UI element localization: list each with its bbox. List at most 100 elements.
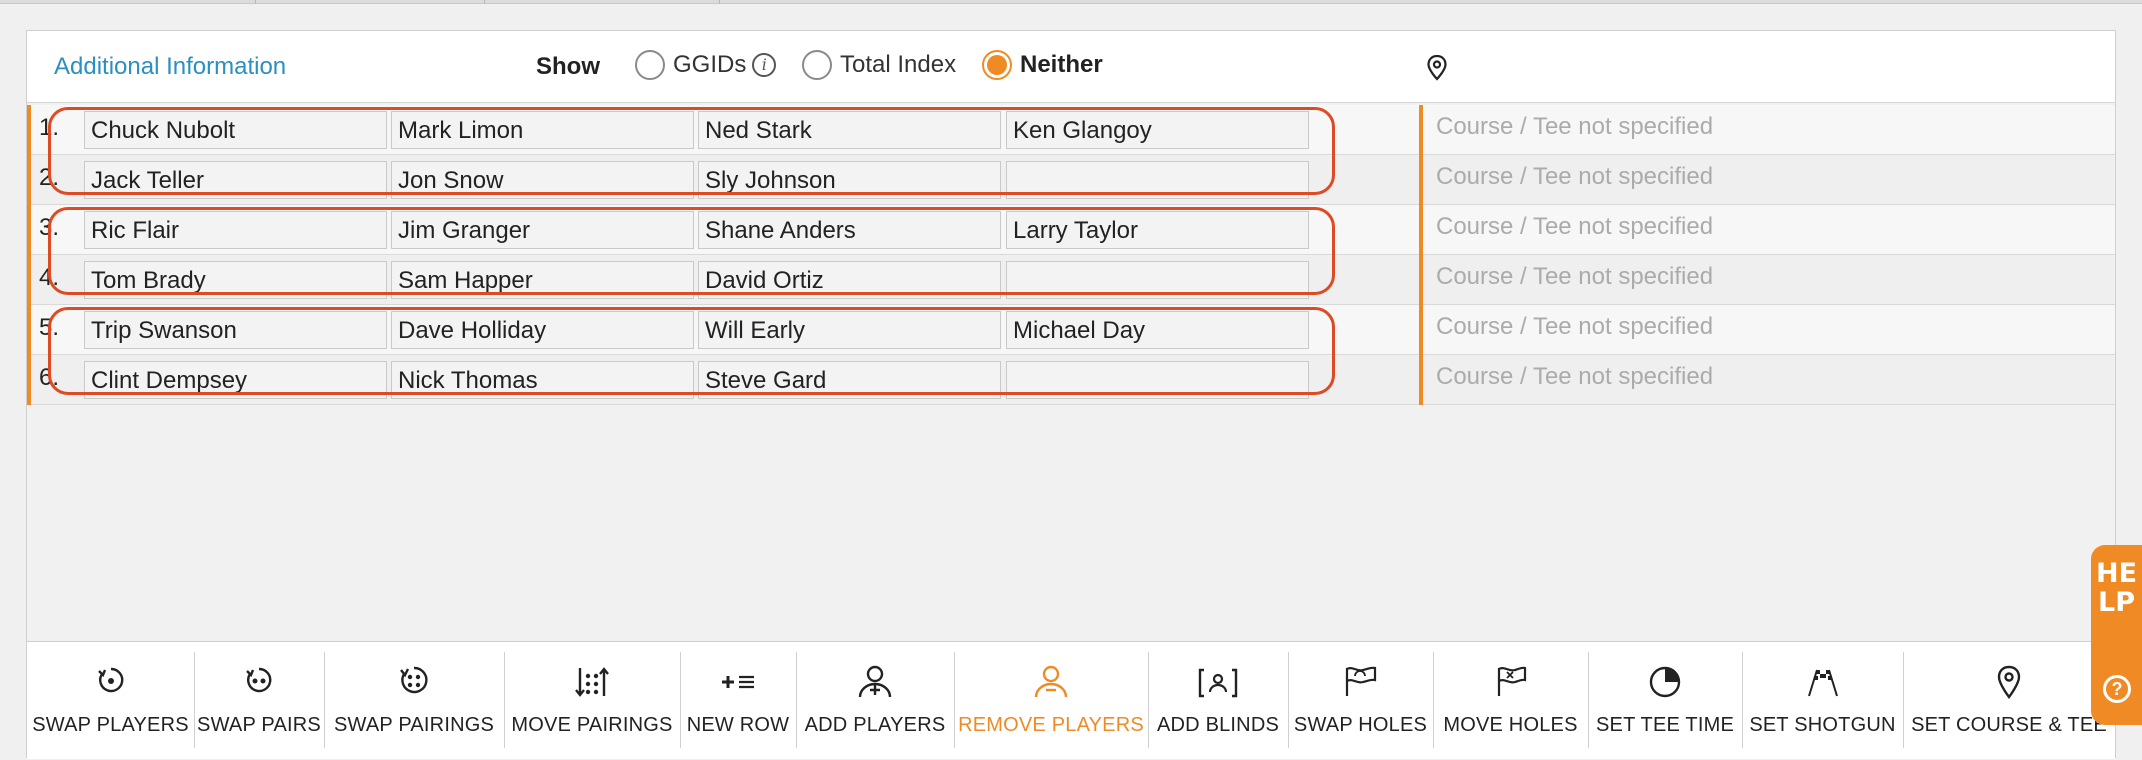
- table-row: 3. Ric Flair Jim Granger Shane Anders Larry …: [27, 205, 2115, 255]
- toolbar-button-set-tee-time[interactable]: SET TEE TIME: [1588, 642, 1742, 760]
- player-cell[interactable]: Ken Glangoy: [1006, 111, 1309, 149]
- radio-neither[interactable]: Neither: [982, 50, 1103, 80]
- course-divider: [1419, 255, 1423, 305]
- toolbar-button-add-blinds[interactable]: ADD BLINDS: [1148, 642, 1288, 760]
- player-cell[interactable]: Tom Brady: [84, 261, 387, 299]
- player-cell[interactable]: Nick Thomas: [391, 361, 694, 399]
- additional-information-link[interactable]: Additional Information: [54, 53, 286, 81]
- toolbar-button-add-players[interactable]: ADD PLAYERS: [796, 642, 954, 760]
- player-cell[interactable]: [1006, 161, 1309, 199]
- player-cell[interactable]: Jon Snow: [391, 161, 694, 199]
- help-tab[interactable]: HELP ?: [2091, 545, 2142, 725]
- toolbar-separator: [194, 652, 195, 748]
- player-cell[interactable]: Chuck Nubolt: [84, 111, 387, 149]
- player-cell[interactable]: Trip Swanson: [84, 311, 387, 349]
- toolbar-label: SWAP HOLES: [1293, 714, 1428, 736]
- row-number: 4.: [39, 264, 60, 291]
- toolbar-separator: [680, 652, 681, 748]
- toolbar-button-swap-pairings[interactable]: SWAP PAIRINGS: [324, 642, 504, 760]
- tab-separator: [719, 0, 720, 4]
- table-row: 6. Clint Dempsey Nick Thomas Steve Gard Cour…: [27, 355, 2115, 405]
- row-number: 3.: [39, 214, 60, 241]
- row-accent-bar: [27, 305, 31, 355]
- player-cell[interactable]: Jim Granger: [391, 211, 694, 249]
- radio-label: Neither: [1020, 51, 1103, 78]
- toolbar-separator: [1288, 652, 1289, 748]
- toolbar-label: NEW ROW: [686, 714, 790, 736]
- radio-button[interactable]: [635, 50, 665, 80]
- row-number: 6.: [39, 364, 60, 391]
- row-accent-bar: [27, 155, 31, 205]
- row-accent-bar: [27, 255, 31, 305]
- toolbar-button-swap-holes[interactable]: SWAP HOLES: [1288, 642, 1433, 760]
- player-cell[interactable]: Clint Dempsey: [84, 361, 387, 399]
- toolbar-separator: [504, 652, 505, 748]
- info-icon[interactable]: i: [752, 53, 777, 77]
- player-cell[interactable]: Mark Limon: [391, 111, 694, 149]
- toolbar-label: SWAP PLAYERS: [32, 714, 189, 736]
- player-cell[interactable]: Will Early: [698, 311, 1001, 349]
- course-divider: [1419, 105, 1423, 155]
- table-row: 1. Chuck Nubolt Mark Limon Ned Stark Ken Gla…: [27, 105, 2115, 155]
- table-row: 4. Tom Brady Sam Happer David Ortiz Course /…: [27, 255, 2115, 305]
- row-number: 1.: [39, 114, 60, 141]
- toolbar-separator: [1742, 652, 1743, 748]
- player-cell[interactable]: Jack Teller: [84, 161, 387, 199]
- course-tee-label[interactable]: Course / Tee not specified: [1436, 163, 1713, 191]
- move-pairings-icon: [504, 664, 680, 700]
- course-tee-label[interactable]: Course / Tee not specified: [1436, 213, 1713, 241]
- swap-players-icon: [27, 664, 194, 700]
- toolbar-button-move-holes[interactable]: MOVE HOLES: [1433, 642, 1588, 760]
- toolbar-label: SET TEE TIME: [1596, 714, 1734, 736]
- map-pin-icon: [1903, 664, 2115, 700]
- help-question-icon: ?: [2103, 675, 2131, 703]
- radio-ggids[interactable]: GGIDs i: [635, 50, 777, 80]
- toolbar-button-swap-players[interactable]: SWAP PLAYERS: [27, 642, 194, 760]
- course-tee-label[interactable]: Course / Tee not specified: [1436, 363, 1713, 391]
- radio-total-index[interactable]: Total Index: [802, 50, 956, 80]
- course-tee-label[interactable]: Course / Tee not specified: [1436, 263, 1713, 291]
- player-cell[interactable]: [1006, 261, 1309, 299]
- radio-label: Total Index: [840, 51, 957, 78]
- player-cell[interactable]: Larry Taylor: [1006, 211, 1309, 249]
- course-divider: [1419, 305, 1423, 355]
- toolbar-label: MOVE HOLES: [1443, 714, 1578, 736]
- toolbar-button-move-pairings[interactable]: MOVE PAIRINGS: [504, 642, 680, 760]
- header-bar: Additional Information Show GGIDs i Tota…: [27, 31, 2115, 103]
- map-pin-icon[interactable]: [1427, 54, 1447, 86]
- toolbar-button-remove-players[interactable]: REMOVE PLAYERS: [954, 642, 1148, 760]
- player-cell[interactable]: Ric Flair: [84, 211, 387, 249]
- toolbar-separator: [1433, 652, 1434, 748]
- toolbar-separator: [324, 652, 325, 748]
- player-cell[interactable]: [1006, 361, 1309, 399]
- table-row: 2. Jack Teller Jon Snow Sly Johnson Course /…: [27, 155, 2115, 205]
- row-accent-bar: [27, 355, 31, 405]
- player-cell[interactable]: Sly Johnson: [698, 161, 1001, 199]
- course-tee-label[interactable]: Course / Tee not specified: [1436, 313, 1713, 341]
- toolbar-separator: [1903, 652, 1904, 748]
- toolbar-label: SWAP PAIRINGS: [333, 714, 495, 736]
- radio-button-selected[interactable]: [982, 50, 1012, 80]
- clock-icon: [1588, 664, 1742, 700]
- player-cell[interactable]: Sam Happer: [391, 261, 694, 299]
- toolbar-button-new-row[interactable]: NEW ROW: [680, 642, 796, 760]
- toolbar-button-set-course-tee[interactable]: SET COURSE & TEE: [1903, 642, 2115, 760]
- radio-button[interactable]: [802, 50, 832, 80]
- toolbar-label: SET SHOTGUN: [1749, 714, 1896, 736]
- move-holes-flag-icon: [1433, 664, 1588, 700]
- player-cell[interactable]: Steve Gard: [698, 361, 1001, 399]
- toolbar-separator: [796, 652, 797, 748]
- swap-holes-flag-icon: [1288, 664, 1433, 700]
- course-tee-label[interactable]: Course / Tee not specified: [1436, 113, 1713, 141]
- tab-separator: [484, 0, 485, 4]
- toolbar-label: ADD BLINDS: [1156, 714, 1280, 736]
- toolbar-button-set-shotgun[interactable]: SET SHOTGUN: [1742, 642, 1903, 760]
- checkered-flags-icon: [1742, 664, 1903, 700]
- player-cell[interactable]: Dave Holliday: [391, 311, 694, 349]
- player-cell[interactable]: Shane Anders: [698, 211, 1001, 249]
- toolbar-button-swap-pairs[interactable]: SWAP PAIRS: [194, 642, 324, 760]
- player-cell[interactable]: Michael Day: [1006, 311, 1309, 349]
- player-cell[interactable]: David Ortiz: [698, 261, 1001, 299]
- player-cell[interactable]: Ned Stark: [698, 111, 1001, 149]
- toolbar-label: REMOVE PLAYERS: [958, 714, 1144, 736]
